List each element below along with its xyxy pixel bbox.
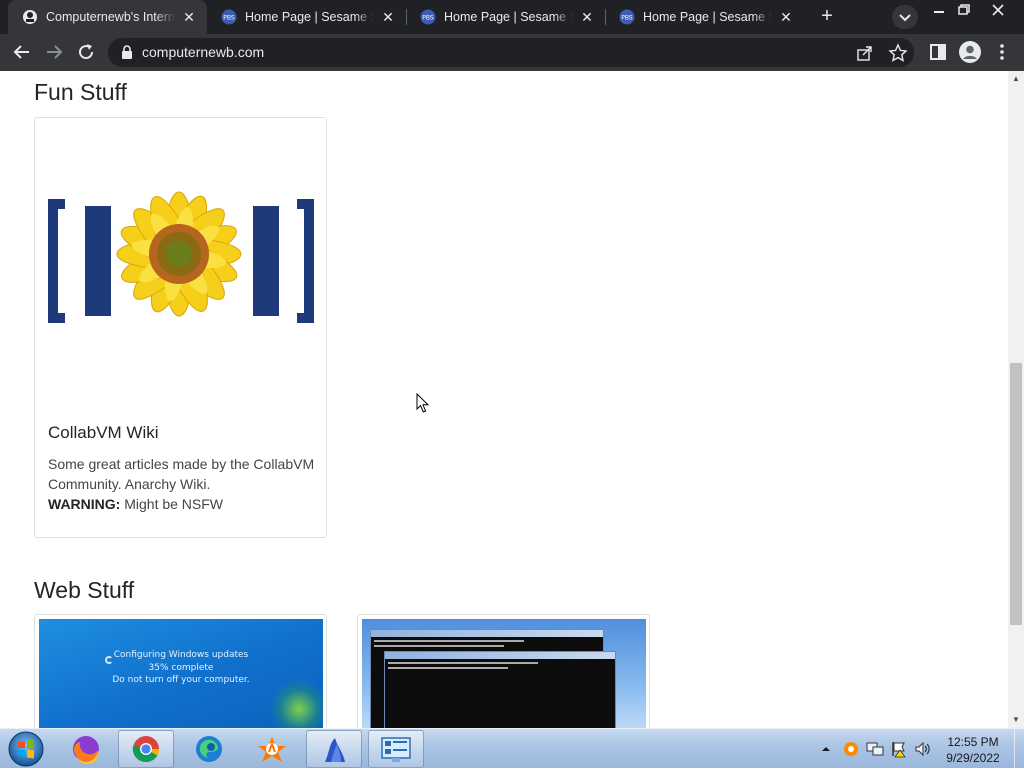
reload-icon [79, 44, 94, 60]
windows-update-thumbnail[interactable]: Configuring Windows updates 35% complete… [39, 619, 323, 728]
scroll-thumb[interactable] [1010, 363, 1022, 625]
taskbar-control-panel[interactable] [368, 730, 424, 768]
card-description-text: Some great articles made by the CollabVM… [48, 456, 315, 492]
share-icon[interactable] [856, 44, 874, 62]
clock-date: 9/29/2022 [946, 751, 1000, 765]
update-message: Configuring Windows updates 35% complete… [39, 649, 323, 687]
address-bar[interactable]: computernewb.com [108, 38, 914, 67]
arrow-right-icon [47, 45, 63, 59]
tab-computernewb[interactable]: Computernewb's Internet ✕ [8, 0, 207, 34]
computernewb-favicon-icon [23, 10, 37, 24]
tab-title: Computernewb's Internet [46, 10, 175, 24]
chrome-icon [132, 736, 160, 763]
show-hidden-icons-chevron-icon[interactable] [820, 743, 832, 755]
svg-text:PBS: PBS [422, 15, 434, 22]
bird-app-icon [325, 738, 345, 762]
new-tab-button[interactable]: + [815, 5, 839, 29]
reload-button[interactable] [74, 40, 98, 64]
forward-button[interactable] [42, 40, 66, 64]
pbs-kids-favicon-icon: PBS [221, 9, 237, 25]
edge-icon [196, 736, 222, 762]
collabvm-sunflower-logo[interactable] [41, 146, 321, 376]
web-stuff-card[interactable] [357, 614, 650, 728]
taskbar-chrome[interactable] [118, 730, 174, 768]
lock-icon[interactable] [120, 45, 134, 60]
menu-button[interactable] [990, 40, 1014, 64]
fun-stuff-heading: Fun Stuff [34, 79, 127, 105]
close-icon [992, 4, 1004, 16]
control-panel-icon [381, 737, 411, 762]
profile-button[interactable] [958, 40, 982, 64]
card-title[interactable]: CollabVM Wiki [48, 423, 159, 443]
tab-search-button[interactable] [892, 5, 918, 29]
windows-taskbar: 12:55 PM 9/29/2022 [0, 728, 1024, 769]
tab-title: Home Page | Sesame Street [444, 10, 573, 24]
update-line-2: 35% complete [148, 662, 214, 673]
avatar-icon [959, 41, 981, 63]
more-vert-icon [1000, 44, 1004, 60]
arrow-left-icon [13, 45, 29, 59]
taskbar-firefox[interactable] [58, 730, 114, 768]
mouse-cursor-icon [416, 393, 430, 413]
warning-text: Might be NSFW [124, 496, 224, 512]
restore-icon [958, 4, 970, 15]
svg-text:PBS: PBS [621, 15, 633, 22]
chevron-down-icon [899, 14, 911, 22]
avast-tray-icon[interactable] [843, 741, 859, 757]
web-stuff-heading: Web Stuff [34, 577, 135, 603]
page-viewport: Fun Stuff CollabVM Wiki Some great artic… [0, 71, 1008, 728]
page-scrollbar[interactable]: ▲ ▼ [1008, 71, 1024, 728]
browser-toolbar: computernewb.com [0, 34, 1024, 71]
tab-close-icon[interactable]: ✕ [579, 9, 595, 25]
url-text[interactable]: computernewb.com [142, 44, 264, 60]
windows-start-orb-icon [8, 731, 44, 767]
scroll-down-arrow[interactable]: ▼ [1008, 713, 1024, 727]
clock-time: 12:55 PM [947, 735, 999, 749]
collabvm-wiki-card[interactable]: CollabVM Wiki Some great articles made b… [34, 117, 327, 538]
web-stuff-card[interactable]: Configuring Windows updates 35% complete… [34, 614, 327, 728]
minimize-icon [934, 11, 944, 13]
taskbar-clock[interactable]: 12:55 PM 9/29/2022 [928, 734, 1018, 766]
tab-sesame-3[interactable]: PBS Home Page | Sesame Street ✕ [605, 0, 804, 34]
network-icon[interactable] [866, 741, 884, 757]
taskbar-edge[interactable] [182, 730, 238, 768]
svg-text:PBS: PBS [223, 15, 235, 22]
tab-close-icon[interactable]: ✕ [380, 9, 396, 25]
pbs-kids-favicon-icon: PBS [420, 9, 436, 25]
cmd-window-front [384, 651, 616, 728]
side-panel-icon [930, 44, 946, 60]
back-button[interactable] [10, 40, 34, 64]
minimize-button[interactable] [928, 2, 950, 18]
tab-close-icon[interactable]: ✕ [778, 9, 794, 25]
tab-sesame-1[interactable]: PBS Home Page | Sesame Street ✕ [207, 0, 406, 34]
card-description: Some great articles made by the CollabVM… [48, 454, 318, 514]
pbs-kids-favicon-icon: PBS [619, 9, 635, 25]
tab-strip: Computernewb's Internet ✕ PBS Home Page … [0, 0, 1024, 34]
scroll-up-arrow[interactable]: ▲ [1008, 72, 1024, 86]
update-line-3: Do not turn off your computer. [112, 675, 250, 685]
tab-title: Home Page | Sesame Street [245, 10, 374, 24]
tab-close-icon[interactable]: ✕ [181, 9, 197, 25]
taskbar-avast[interactable] [244, 730, 300, 768]
tab-title: Home Page | Sesame Street [643, 10, 772, 24]
tab-sesame-2[interactable]: PBS Home Page | Sesame Street ✕ [406, 0, 605, 34]
update-line-1: Configuring Windows updates [113, 650, 249, 660]
start-button[interactable] [6, 730, 46, 768]
firefox-icon [73, 736, 99, 764]
taskbar-bird-app[interactable] [306, 730, 362, 768]
side-panel-button[interactable] [926, 40, 950, 64]
cmd-windows-thumbnail[interactable] [362, 619, 646, 728]
bookmark-star-icon[interactable] [888, 43, 908, 63]
avast-icon [258, 737, 286, 762]
restore-button[interactable] [953, 2, 975, 18]
show-desktop-button[interactable] [1014, 729, 1024, 769]
action-center-flag-icon[interactable] [890, 740, 908, 758]
warning-label: WARNING: [48, 496, 121, 512]
close-window-button[interactable] [987, 2, 1009, 18]
